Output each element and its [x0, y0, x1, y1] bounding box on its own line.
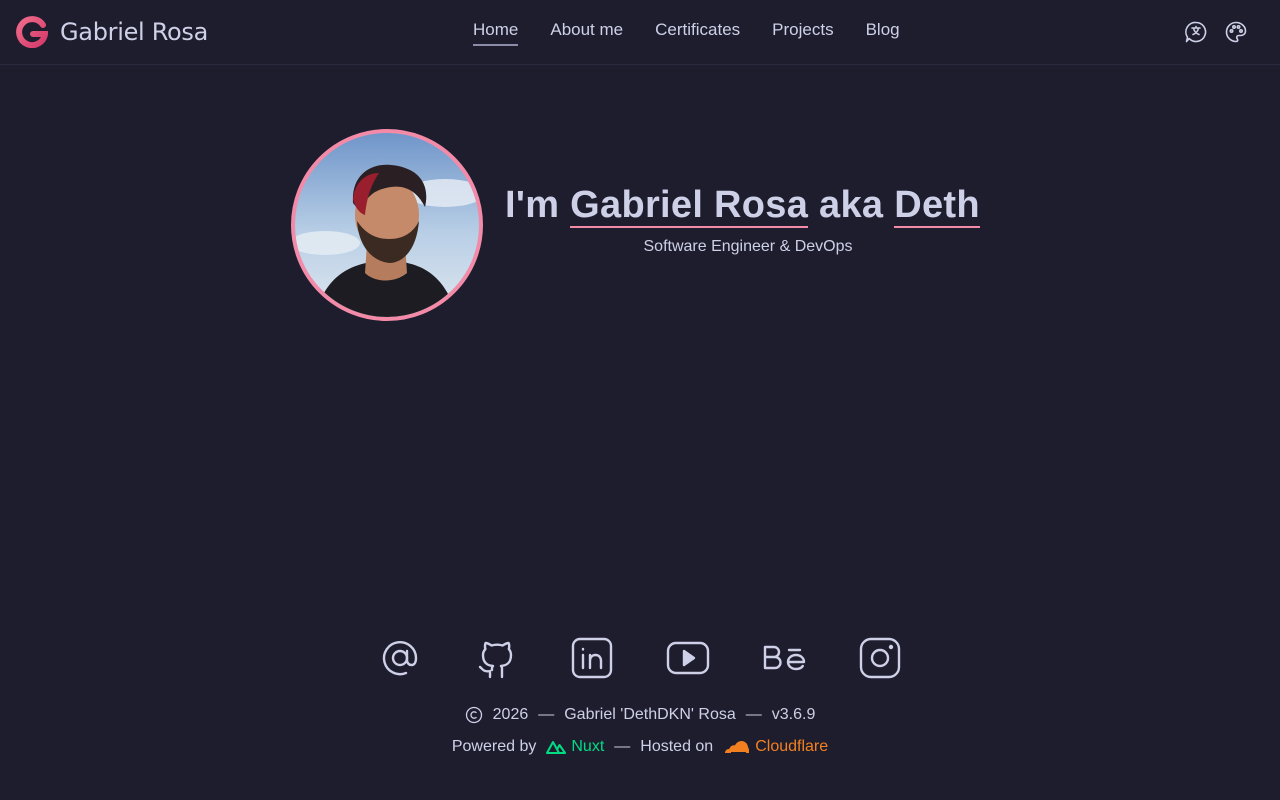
footer-copyright: 2026 — Gabriel 'DethDKN' Rosa — v3.6.9 [0, 706, 1280, 724]
hero-subtitle: Software Engineer & DevOps [643, 238, 853, 255]
nuxt-label: Nuxt [571, 738, 605, 755]
footer-version: v3.6.9 [771, 706, 816, 723]
footer-sep: — [538, 706, 555, 723]
nav-item-about[interactable]: About me [550, 18, 623, 46]
hero-nickname: Deth [894, 184, 980, 228]
hero-headline: I'm Gabriel Rosa aka Deth [505, 184, 995, 228]
behance-icon[interactable] [762, 636, 806, 680]
github-icon[interactable] [474, 636, 518, 680]
translate-icon[interactable] [1184, 20, 1208, 44]
youtube-icon[interactable] [666, 636, 710, 680]
site-header: Gabriel Rosa Home About me Certificates … [0, 0, 1280, 65]
social-links [378, 636, 902, 680]
avatar-photo [295, 133, 479, 317]
copyright-icon [465, 706, 482, 724]
brand-name: Gabriel Rosa [60, 18, 209, 46]
brand-link[interactable]: Gabriel Rosa [16, 14, 208, 50]
nav-item-blog[interactable]: Blog [866, 18, 900, 46]
nav-item-projects[interactable]: Projects [772, 18, 833, 46]
powered-by-label: Powered by [451, 738, 537, 755]
footer-sep: — [614, 738, 631, 755]
hero-name: Gabriel Rosa [570, 184, 809, 228]
footer-sep: — [745, 706, 762, 723]
footer-credits: Powered by Nuxt — Hosted on Cloudflare [0, 738, 1280, 756]
hosted-on-label: Hosted on [640, 738, 714, 755]
nav-item-home[interactable]: Home [473, 18, 519, 46]
email-icon[interactable] [378, 636, 422, 680]
cloudflare-label: Cloudflare [755, 738, 829, 755]
hero-aka: aka [819, 184, 884, 226]
nuxt-icon [546, 741, 567, 754]
cloudflare-icon [725, 741, 750, 753]
nuxt-link[interactable]: Nuxt [546, 738, 604, 756]
instagram-icon[interactable] [858, 636, 902, 680]
avatar [291, 129, 483, 321]
hero-prefix: I'm [505, 184, 560, 226]
g-logo-icon [16, 16, 48, 48]
nav-item-certificates[interactable]: Certificates [655, 18, 740, 46]
footer-year: 2026 [492, 706, 529, 723]
linkedin-icon[interactable] [570, 636, 614, 680]
cloudflare-link[interactable]: Cloudflare [723, 738, 828, 756]
footer-author: Gabriel 'DethDKN' Rosa [564, 706, 736, 723]
main-nav: Home About me Certificates Projects Blog [473, 18, 900, 46]
palette-icon[interactable] [1224, 20, 1248, 44]
